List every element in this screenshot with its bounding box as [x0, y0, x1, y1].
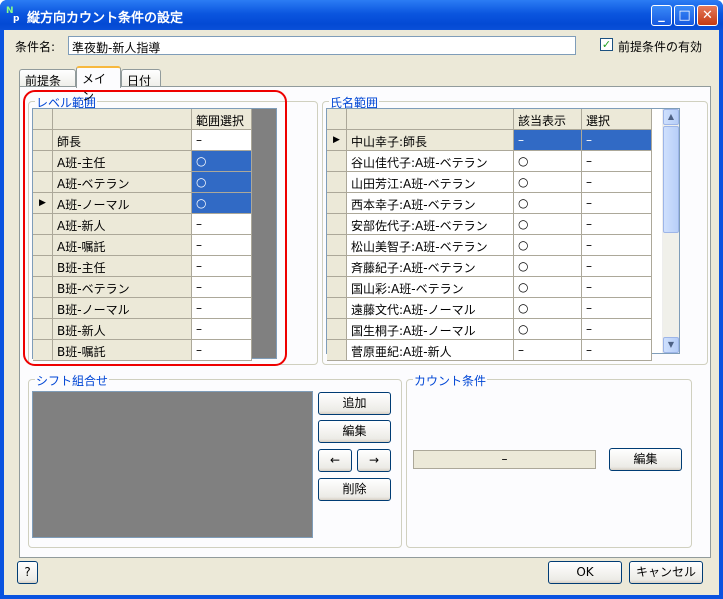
show-cell[interactable]: ○	[514, 172, 582, 193]
shift-list[interactable]	[32, 391, 313, 538]
name-cell: 安部佐代子:A班-ベテラン	[347, 214, 514, 235]
ok-button[interactable]: OK	[548, 561, 622, 584]
row-header[interactable]	[327, 319, 347, 340]
show-cell[interactable]: ○	[514, 277, 582, 298]
name-cell: 谷山佳代子:A班-ベテラン	[347, 151, 514, 172]
show-cell[interactable]: ○	[514, 214, 582, 235]
move-left-button[interactable]: ←	[318, 449, 352, 472]
select-cell[interactable]: –	[582, 193, 652, 214]
row-header[interactable]	[327, 172, 347, 193]
count-edit-button[interactable]: 編集	[609, 448, 682, 471]
name-grid: 該当表示 選択 ▶ 中山幸子:師長 – – 谷山佳代子:A班-ベテラン ○ – 山田芳江:A班…	[326, 108, 680, 361]
name-cell: 中山幸子:師長	[347, 130, 514, 151]
move-right-button[interactable]: →	[357, 449, 391, 472]
row-header[interactable]	[327, 298, 347, 319]
window-title: 縦方向カウント条件の設定	[27, 11, 184, 26]
count-value: –	[413, 450, 596, 469]
select-cell[interactable]: –	[582, 277, 652, 298]
show-cell[interactable]: ○	[514, 256, 582, 277]
show-cell[interactable]: ○	[514, 319, 582, 340]
shift-edit-button[interactable]: 編集	[318, 420, 391, 443]
scroll-down-arrow[interactable]: ▼	[663, 337, 679, 353]
condition-name-input[interactable]: 準夜勤-新人指導	[68, 36, 576, 55]
select-cell[interactable]: –	[582, 151, 652, 172]
name-cell: 遠藤文代:A班-ノーマル	[347, 298, 514, 319]
highlight-outline	[23, 90, 287, 366]
row-header[interactable]	[327, 214, 347, 235]
row-header[interactable]: ▶	[327, 130, 347, 151]
maximize-button[interactable]: □	[674, 5, 695, 26]
minimize-button[interactable]: _	[651, 5, 672, 26]
name-cell: 国山彩:A班-ベテラン	[347, 277, 514, 298]
name-cell: 菅原亜紀:A班-新人	[347, 340, 514, 361]
row-header[interactable]	[327, 277, 347, 298]
show-cell[interactable]: –	[514, 340, 582, 361]
show-cell[interactable]: –	[514, 130, 582, 151]
name-row[interactable]: ▶ 中山幸子:師長 – –	[327, 130, 652, 151]
row-header[interactable]	[327, 340, 347, 361]
name-cell: 西本幸子:A班-ベテラン	[347, 193, 514, 214]
name-row[interactable]: 国生桐子:A班-ノーマル ○ –	[327, 319, 652, 340]
select-cell[interactable]: –	[582, 298, 652, 319]
select-cell[interactable]: –	[582, 319, 652, 340]
name-cell: 松山美智子:A班-ベテラン	[347, 235, 514, 256]
delete-button[interactable]: 削除	[318, 478, 391, 501]
prerequisite-checkbox[interactable]: ✓	[600, 38, 613, 51]
select-cell[interactable]: –	[582, 340, 652, 361]
add-button[interactable]: 追加	[318, 392, 391, 415]
row-header[interactable]	[327, 151, 347, 172]
shift-title: シフト組合せ	[35, 372, 110, 389]
name-col-select: 選択	[582, 109, 652, 130]
row-header[interactable]	[327, 193, 347, 214]
show-cell[interactable]: ○	[514, 235, 582, 256]
name-row[interactable]: 安部佐代子:A班-ベテラン ○ –	[327, 214, 652, 235]
scroll-thumb[interactable]	[663, 126, 679, 233]
name-cell: 山田芳江:A班-ベテラン	[347, 172, 514, 193]
name-row[interactable]: 斉藤紀子:A班-ベテラン ○ –	[327, 256, 652, 277]
name-row[interactable]: 西本幸子:A班-ベテラン ○ –	[327, 193, 652, 214]
count-title: カウント条件	[413, 372, 488, 389]
select-cell[interactable]: –	[582, 235, 652, 256]
name-cell: 斉藤紀子:A班-ベテラン	[347, 256, 514, 277]
show-cell[interactable]: ○	[514, 298, 582, 319]
name-row[interactable]: 谷山佳代子:A班-ベテラン ○ –	[327, 151, 652, 172]
name-col-show: 該当表示	[514, 109, 582, 130]
row-header[interactable]	[327, 235, 347, 256]
prerequisite-label: 前提条件の有効	[618, 40, 703, 54]
help-button[interactable]: ?	[17, 561, 38, 584]
tab-main[interactable]: メイン	[76, 66, 121, 103]
condition-name-label: 条件名:	[15, 40, 56, 54]
name-row[interactable]: 遠藤文代:A班-ノーマル ○ –	[327, 298, 652, 319]
select-cell[interactable]: –	[582, 214, 652, 235]
show-cell[interactable]: ○	[514, 151, 582, 172]
show-cell[interactable]: ○	[514, 193, 582, 214]
select-cell[interactable]: –	[582, 130, 652, 151]
name-grid-scrollbar[interactable]: ▲ ▼	[662, 109, 679, 353]
title-bar[interactable]: Np 縦方向カウント条件の設定 _ □ ✕	[0, 0, 723, 30]
app-icon: Np	[6, 6, 20, 24]
name-row[interactable]: 国山彩:A班-ベテラン ○ –	[327, 277, 652, 298]
scroll-up-arrow[interactable]: ▲	[663, 109, 679, 125]
close-button[interactable]: ✕	[697, 5, 718, 26]
select-cell[interactable]: –	[582, 256, 652, 277]
name-cell: 国生桐子:A班-ノーマル	[347, 319, 514, 340]
name-row[interactable]: 菅原亜紀:A班-新人 – –	[327, 340, 652, 361]
cancel-button[interactable]: キャンセル	[629, 561, 703, 584]
row-header[interactable]	[327, 256, 347, 277]
select-cell[interactable]: –	[582, 172, 652, 193]
name-row[interactable]: 松山美智子:A班-ベテラン ○ –	[327, 235, 652, 256]
name-row[interactable]: 山田芳江:A班-ベテラン ○ –	[327, 172, 652, 193]
